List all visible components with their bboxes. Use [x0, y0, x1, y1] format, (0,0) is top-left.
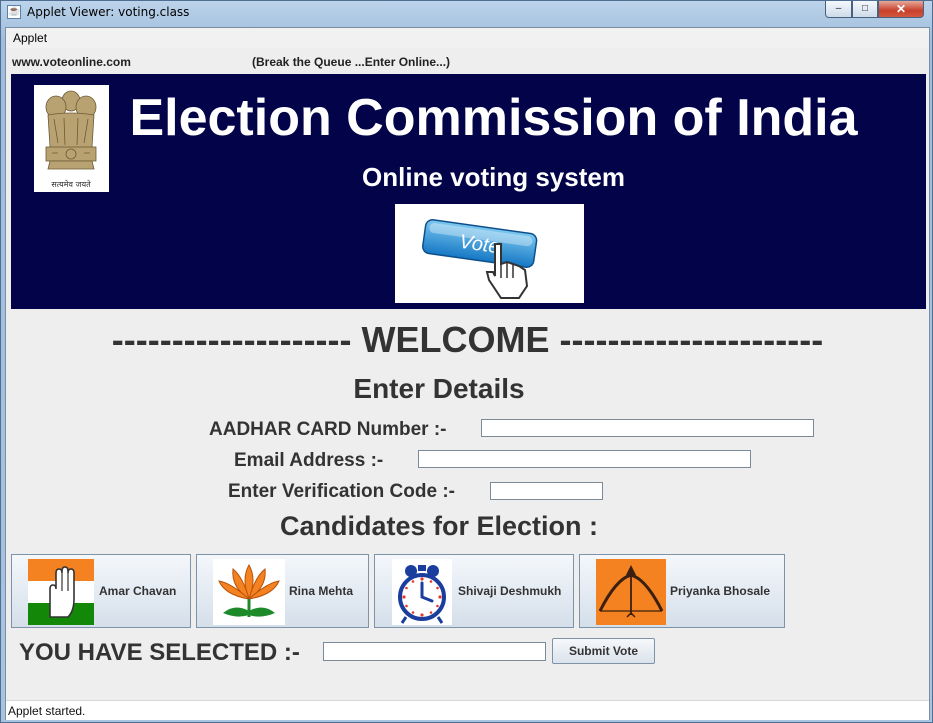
bow-arrow-icon: [596, 559, 666, 625]
candidate-name: Rina Mehta: [289, 584, 354, 598]
candidates-heading: Candidates for Election :: [279, 511, 599, 541]
aadhar-input[interactable]: [481, 419, 814, 437]
status-bar: Applet started.: [6, 700, 929, 720]
lotus-icon: [213, 559, 285, 625]
maximize-button[interactable]: □: [852, 1, 878, 18]
clock-icon: [392, 559, 452, 625]
verification-code-input[interactable]: [490, 482, 603, 500]
email-input[interactable]: [418, 450, 751, 468]
enter-details-heading: Enter Details: [353, 373, 525, 404]
candidate-name: Shivaji Deshmukh: [458, 584, 562, 598]
tagline: (Break the Queue ...Enter Online...): [252, 55, 451, 69]
candidate-button-amar-chavan[interactable]: Amar Chavan: [11, 554, 191, 628]
candidate-button-shivaji-deshmukh[interactable]: Shivaji Deshmukh: [374, 554, 574, 628]
close-button[interactable]: ✕: [878, 1, 924, 18]
candidate-name: Amar Chavan: [99, 584, 177, 598]
candidate-button-priyanka-bhosale[interactable]: Priyanka Bhosale: [579, 554, 785, 628]
banner-title: Election Commission of India: [129, 89, 858, 147]
status-text: Applet started.: [8, 704, 86, 718]
applet-viewer-window: ☕ Applet Viewer: voting.class – □ ✕ Appl…: [0, 0, 933, 723]
welcome-heading: -------------------- WELCOME -----------…: [111, 319, 824, 360]
candidate-button-rina-mehta[interactable]: Rina Mehta: [196, 554, 369, 628]
minimize-button[interactable]: –: [825, 1, 852, 18]
vote-button-image: Vote: [395, 204, 584, 303]
verification-code-label: Enter Verification Code :-: [228, 481, 455, 502]
menu-applet[interactable]: Applet: [13, 31, 47, 45]
minimize-icon: –: [835, 3, 842, 14]
email-label: Email Address :-: [234, 450, 384, 471]
voting-applet: www.voteonline.com (Break the Queue ...E…: [6, 49, 929, 700]
java-app-icon: ☕: [7, 5, 21, 19]
maximize-icon: □: [861, 3, 869, 14]
selected-candidate-field[interactable]: [323, 642, 546, 661]
header-banner: सत्यमेव जयते Election Commission of Indi…: [11, 74, 926, 309]
close-icon: ✕: [895, 2, 907, 16]
menu-bar: Applet: [6, 28, 929, 48]
you-have-selected-label: YOU HAVE SELECTED :-: [19, 639, 300, 666]
window-title: Applet Viewer: voting.class: [27, 5, 190, 19]
submit-vote-button[interactable]: Submit Vote: [552, 638, 655, 664]
aadhar-label: AADHAR CARD Number :-: [209, 419, 447, 440]
window-client-area: Applet www.voteonline.com (Break the Que…: [5, 27, 930, 720]
site-address: www.voteonline.com: [12, 55, 131, 69]
title-bar[interactable]: ☕ Applet Viewer: voting.class – □ ✕: [1, 1, 932, 25]
banner-subtitle: Online voting system: [362, 162, 625, 192]
hand-icon: [28, 559, 94, 625]
candidate-name: Priyanka Bhosale: [670, 584, 771, 598]
